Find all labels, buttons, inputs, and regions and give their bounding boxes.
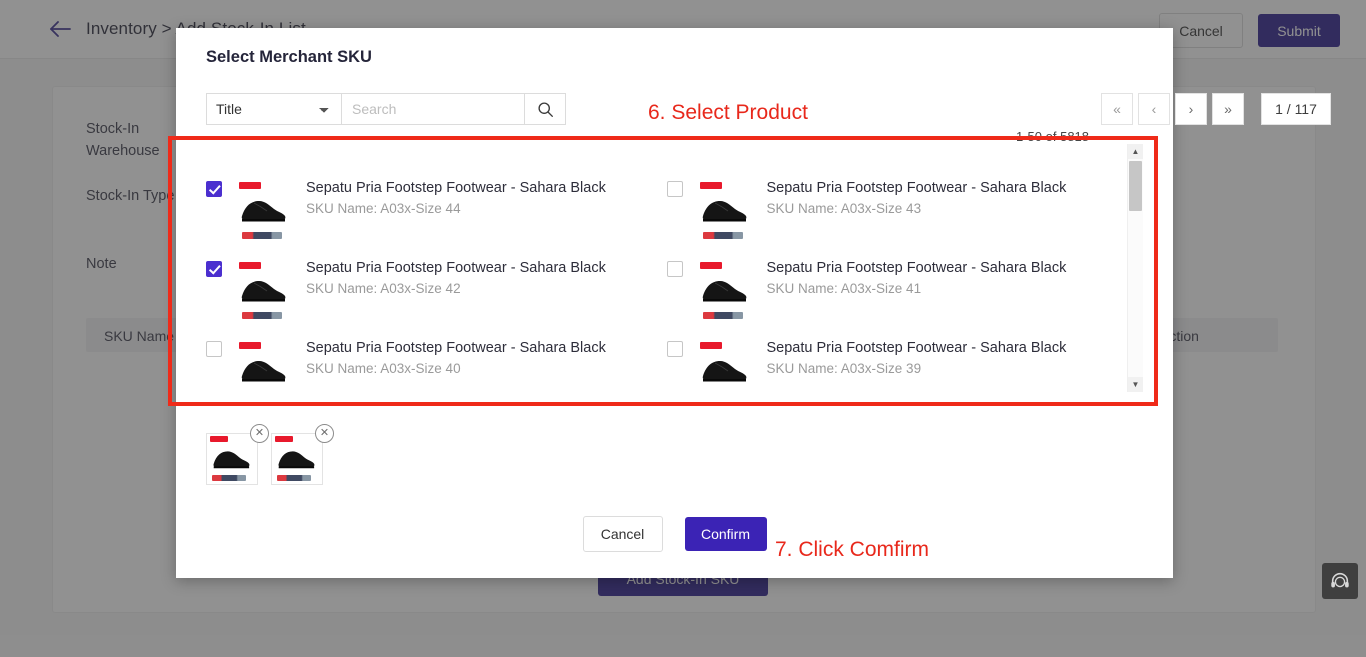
- pagination-prev-button[interactable]: ‹: [1138, 93, 1170, 125]
- sku-info: Sepatu Pria Footstep Footwear - Sahara B…: [767, 259, 1128, 298]
- shoe-image: [241, 361, 286, 382]
- sku-title: Sepatu Pria Footstep Footwear - Sahara B…: [766, 260, 1067, 276]
- product-thumbnail: [694, 180, 753, 242]
- sku-name: SKU Name: A03x-Size 44: [306, 201, 461, 216]
- annotation-step-7: 7. Click Comfirm: [775, 538, 930, 561]
- shoe-image: [241, 201, 286, 222]
- shoe-image: [702, 201, 746, 222]
- shoe-image: [213, 451, 250, 469]
- sku-info: Sepatu Pria Footstep Footwear - Sahara B…: [306, 179, 667, 218]
- sku-checkbox[interactable]: [666, 181, 683, 197]
- pagination-last-button[interactable]: »: [1212, 93, 1244, 125]
- shoe-image: [702, 281, 746, 302]
- cancel-button[interactable]: Cancel: [582, 516, 663, 552]
- shoe-image: [241, 281, 286, 302]
- sku-info: Sepatu Pria Footstep Footwear - Sahara B…: [767, 179, 1128, 218]
- sku-checkbox[interactable]: [666, 341, 683, 357]
- confirm-button[interactable]: Confirm: [684, 517, 767, 551]
- pagination-first-button[interactable]: «: [1101, 93, 1133, 125]
- scrollbar-thumb[interactable]: [1129, 161, 1142, 211]
- annotation-step-6: 6. Select Product: [648, 101, 808, 124]
- selected-sku-chips: ✕ ✕: [206, 424, 334, 485]
- promo-banner-icon: [699, 342, 722, 349]
- search-icon[interactable]: [524, 93, 566, 125]
- sku-name: SKU Name: A03x-Size 39: [766, 361, 922, 376]
- product-thumbnail: [234, 340, 292, 392]
- list-item[interactable]: Sepatu Pria Footstep Footwear - Sahara B…: [206, 144, 667, 242]
- scroll-down-icon[interactable]: ▼: [1128, 377, 1143, 392]
- close-circle-icon[interactable]: ✕: [315, 424, 334, 443]
- free-gift-promo-icon: [242, 312, 282, 319]
- sku-list: Sepatu Pria Footstep Footwear - Sahara B…: [206, 144, 1143, 392]
- selected-chip: ✕: [271, 424, 334, 485]
- promo-banner-icon: [275, 436, 293, 442]
- product-thumbnail: [234, 260, 292, 322]
- sku-name: SKU Name: A03x-Size 40: [306, 361, 461, 376]
- pagination-page-display[interactable]: 1 / 117: [1261, 93, 1331, 125]
- search-field-select[interactable]: Title: [206, 93, 341, 125]
- sku-name: SKU Name: A03x-Size 43: [766, 201, 922, 216]
- search-input[interactable]: [341, 93, 524, 125]
- product-thumbnail: [694, 340, 753, 392]
- headset-support-icon[interactable]: [1322, 563, 1358, 599]
- sku-list-grid: Sepatu Pria Footstep Footwear - Sahara B…: [206, 144, 1127, 392]
- scroll-up-icon[interactable]: ▲: [1128, 144, 1143, 159]
- sku-checkbox[interactable]: [206, 181, 222, 197]
- sku-info: Sepatu Pria Footstep Footwear - Sahara B…: [767, 339, 1128, 378]
- list-item[interactable]: Sepatu Pria Footstep Footwear - Sahara B…: [666, 144, 1128, 242]
- shoe-image: [702, 361, 746, 382]
- sku-checkbox[interactable]: [206, 261, 222, 277]
- sku-name: SKU Name: A03x-Size 41: [766, 281, 922, 296]
- sku-title: Sepatu Pria Footstep Footwear - Sahara B…: [306, 180, 606, 196]
- product-thumbnail: [234, 180, 292, 242]
- sku-title: Sepatu Pria Footstep Footwear - Sahara B…: [306, 260, 606, 276]
- sku-info: Sepatu Pria Footstep Footwear - Sahara B…: [306, 259, 667, 298]
- search-bar: Title: [206, 93, 566, 125]
- promo-banner-icon: [699, 182, 722, 189]
- sku-checkbox[interactable]: [666, 261, 683, 277]
- modal-footer: Cancel Confirm: [176, 516, 1173, 552]
- free-gift-promo-icon: [702, 312, 743, 319]
- free-gift-promo-icon: [212, 475, 246, 481]
- pagination-controls: « ‹ › » 1 / 117: [1101, 93, 1331, 125]
- promo-banner-icon: [239, 262, 261, 269]
- free-gift-promo-icon: [702, 232, 743, 239]
- selected-chip: ✕: [206, 424, 269, 485]
- pagination-range: 1-50 of 5818: [1016, 129, 1090, 144]
- list-scrollbar[interactable]: ▲ ▼: [1127, 144, 1143, 392]
- sku-title: Sepatu Pria Footstep Footwear - Sahara B…: [766, 340, 1067, 356]
- promo-banner-icon: [239, 342, 261, 349]
- sku-name: SKU Name: A03x-Size 42: [306, 281, 461, 296]
- product-thumbnail: [694, 260, 753, 322]
- promo-banner-icon: [239, 182, 261, 189]
- sku-title: Sepatu Pria Footstep Footwear - Sahara B…: [306, 340, 606, 356]
- shoe-image: [278, 451, 315, 469]
- sku-title: Sepatu Pria Footstep Footwear - Sahara B…: [766, 180, 1067, 196]
- sku-info: Sepatu Pria Footstep Footwear - Sahara B…: [306, 339, 667, 378]
- promo-banner-icon: [699, 262, 722, 269]
- promo-banner-icon: [210, 436, 228, 442]
- pagination-next-button[interactable]: ›: [1175, 93, 1207, 125]
- free-gift-promo-icon: [277, 475, 311, 481]
- modal-title: Select Merchant SKU: [206, 48, 372, 66]
- sku-checkbox[interactable]: [206, 341, 222, 357]
- close-circle-icon[interactable]: ✕: [250, 424, 269, 443]
- free-gift-promo-icon: [242, 232, 282, 239]
